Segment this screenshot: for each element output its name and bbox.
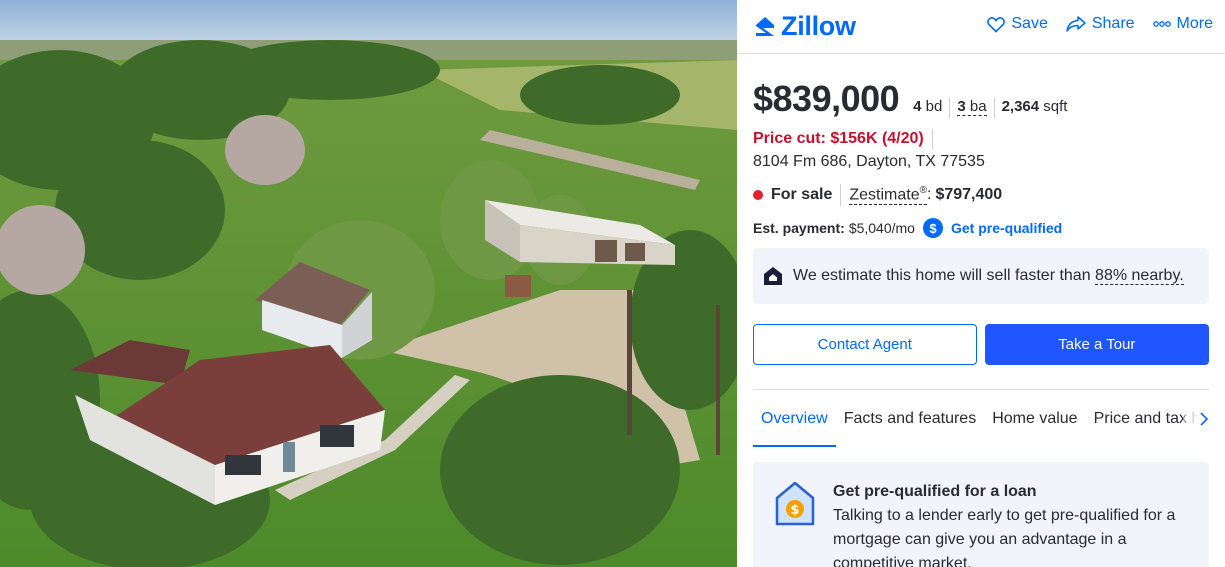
svg-text:$: $ bbox=[790, 503, 799, 518]
save-button[interactable]: Save bbox=[987, 15, 1048, 33]
payment-label: Est. payment: bbox=[753, 220, 845, 236]
status-row: For sale Zestimate®: $797,400 bbox=[753, 184, 1209, 206]
listing-photo[interactable] bbox=[0, 0, 737, 567]
take-a-tour-button[interactable]: Take a Tour bbox=[984, 324, 1209, 365]
payment-row: Est. payment: $5,040/mo $ Get pre-qualif… bbox=[753, 218, 1209, 238]
baths[interactable]: 3 ba bbox=[957, 98, 987, 116]
home-estimate-icon bbox=[764, 267, 782, 285]
tab-home-value[interactable]: Home value bbox=[984, 390, 1085, 447]
heart-icon bbox=[987, 16, 1006, 33]
loan-icon-wrapper: $ bbox=[773, 480, 817, 567]
listing-details-panel: Zillow Save Share More $839,000 4 bd 3 b… bbox=[737, 0, 1225, 567]
summary: $839,000 4 bd 3 ba 2,364 sqft Price cut:… bbox=[737, 78, 1225, 567]
sqft: 2,364 sqft bbox=[1001, 98, 1068, 115]
beds: 4 bd bbox=[913, 98, 943, 115]
share-icon bbox=[1066, 16, 1086, 32]
chevron-right-icon bbox=[1200, 412, 1209, 426]
top-actions: Save Share More bbox=[987, 15, 1213, 33]
zillow-z-icon bbox=[756, 16, 774, 36]
bed-bath-beyond: 4 bd 3 ba 2,364 sqft bbox=[913, 98, 1067, 118]
share-label: Share bbox=[1091, 15, 1135, 32]
divider bbox=[931, 129, 933, 149]
aerial-home-photo bbox=[0, 0, 737, 567]
loan-card-title: Get pre-qualified for a loan bbox=[833, 483, 1037, 500]
tab-facts-and-features[interactable]: Facts and features bbox=[836, 390, 985, 447]
price-cut-text: Price cut: $156K (4/20) bbox=[753, 130, 924, 147]
more-button[interactable]: More bbox=[1152, 15, 1213, 33]
address: 8104 Fm 686, Dayton, TX 77535 bbox=[753, 153, 985, 170]
listing-price: $839,000 bbox=[753, 78, 900, 119]
save-label: Save bbox=[1011, 15, 1048, 32]
action-buttons: Contact Agent Take a Tour bbox=[753, 324, 1209, 365]
payment-value: $5,040/mo bbox=[848, 220, 915, 236]
tabs-scroll-right[interactable] bbox=[1183, 390, 1209, 447]
more-dots-icon bbox=[1152, 21, 1171, 27]
loan-card-text: Get pre-qualified for a loan Talking to … bbox=[833, 480, 1189, 567]
prequalify-card[interactable]: $ Get pre-qualified for a loan Talking t… bbox=[753, 462, 1209, 567]
tab-overview[interactable]: Overview bbox=[753, 390, 836, 447]
contact-agent-button[interactable]: Contact Agent bbox=[753, 324, 977, 365]
price-cut: Price cut: $156K (4/20) bbox=[753, 129, 1209, 149]
price-row: $839,000 4 bd 3 ba 2,364 sqft bbox=[753, 78, 1209, 120]
dollar-icon: $ bbox=[922, 218, 943, 238]
divider bbox=[840, 184, 842, 206]
zillow-logo[interactable]: Zillow bbox=[753, 11, 856, 42]
status-label: For sale bbox=[771, 186, 833, 203]
top-bar: Zillow Save Share More bbox=[737, 0, 1225, 54]
house-dollar-icon: $ bbox=[775, 481, 815, 526]
sell-faster-banner: We estimate this home will sell faster t… bbox=[753, 248, 1209, 304]
status-dot-icon bbox=[753, 190, 763, 200]
get-prequalified-link[interactable]: Get pre-qualified bbox=[951, 220, 1062, 236]
section-tabs: Overview Facts and features Home value P… bbox=[753, 389, 1209, 447]
divider bbox=[949, 98, 951, 118]
more-label: More bbox=[1176, 15, 1213, 32]
loan-card-body: Talking to a lender early to get pre-qua… bbox=[833, 507, 1176, 567]
zestimate-value: $797,400 bbox=[935, 186, 1003, 203]
listing-page: Zillow Save Share More $839,000 4 bd 3 b… bbox=[0, 0, 1225, 567]
divider bbox=[993, 98, 995, 118]
estimate-text: We estimate this home will sell faster t… bbox=[793, 267, 1184, 285]
brand-name: Zillow bbox=[781, 11, 856, 41]
share-button[interactable]: Share bbox=[1066, 15, 1135, 33]
nearby-link[interactable]: 88% nearby. bbox=[1095, 267, 1184, 285]
zestimate-link[interactable]: Zestimate® bbox=[849, 185, 927, 206]
